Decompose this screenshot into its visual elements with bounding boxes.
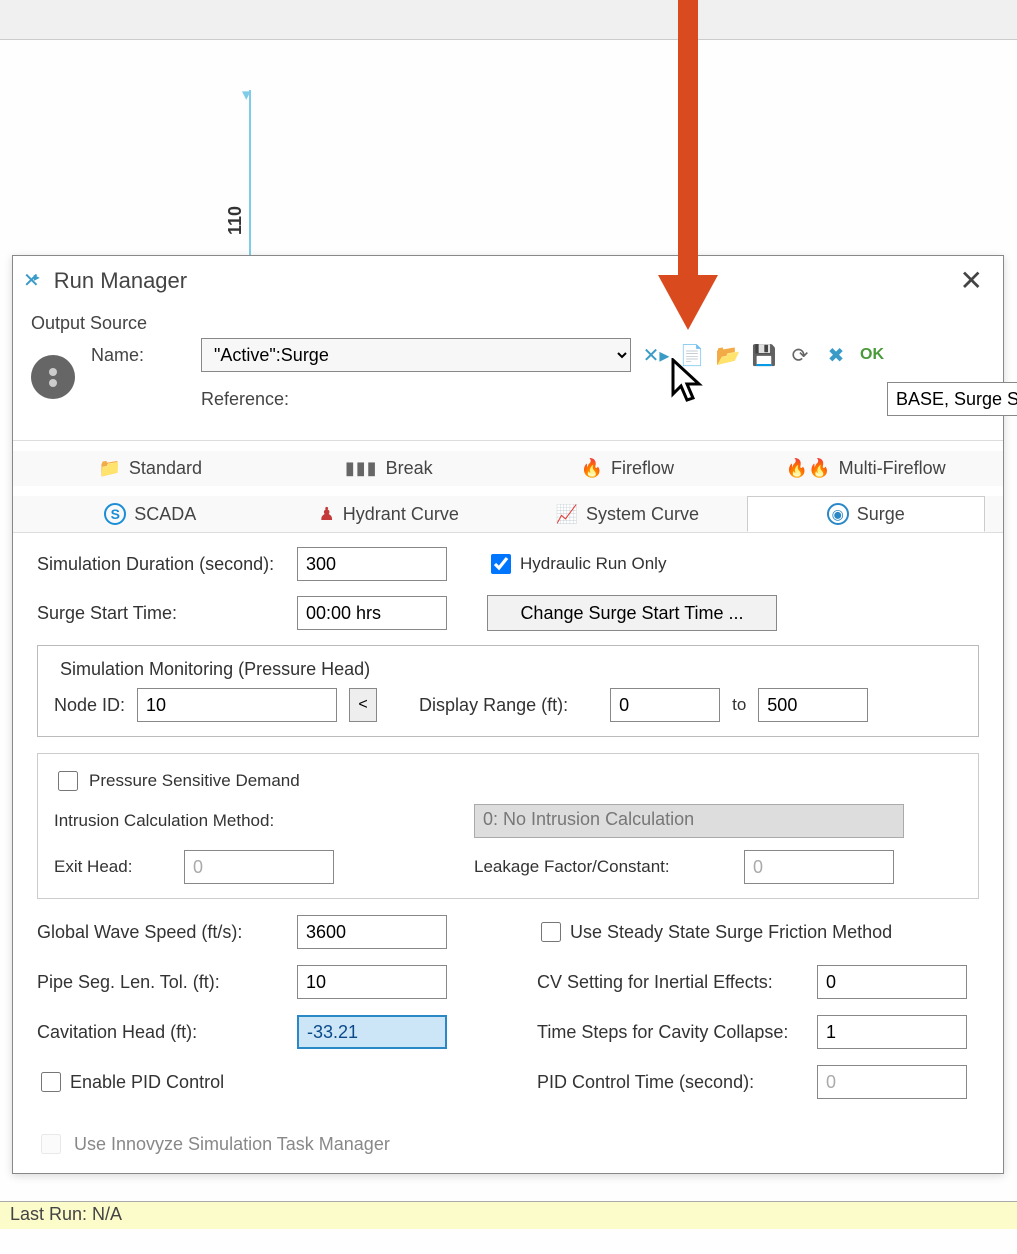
cv-setting-input[interactable] (817, 965, 967, 999)
footer-row: Use Innovyze Simulation Task Manager (13, 1117, 1003, 1173)
tab-multi-fireflow-label: Multi-Fireflow (839, 458, 946, 479)
cv-setting-label: CV Setting for Inertial Effects: (537, 972, 817, 993)
tab-system-curve-label: System Curve (586, 504, 699, 525)
reference-label: Reference: (201, 389, 887, 410)
name-label: Name: (91, 345, 201, 366)
hydraulic-run-only-label: Hydraulic Run Only (520, 554, 666, 574)
dialog-title: Run Manager (54, 268, 187, 294)
pid-control-time-label: PID Control Time (second): (537, 1072, 817, 1093)
multi-flame-icon: 🔥🔥 (786, 458, 831, 479)
tab-scada-label: SCADA (134, 504, 196, 525)
pid-control-time-input (817, 1065, 967, 1099)
global-wave-speed-input[interactable] (297, 915, 447, 949)
surge-panel: Simulation Duration (second): Hydraulic … (13, 532, 1003, 1117)
pipe-seg-input[interactable] (297, 965, 447, 999)
tab-fireflow[interactable]: 🔥 Fireflow (508, 451, 747, 486)
report-icon[interactable]: 📄 (677, 340, 707, 370)
tab-surge[interactable]: ◉ Surge (747, 496, 986, 532)
curve-icon: 📈 (556, 504, 578, 525)
dialog-titlebar: ✕▸ Run Manager ✕ (13, 256, 1003, 305)
node-id-prev-button[interactable]: < (349, 688, 377, 722)
exit-head-input (184, 850, 334, 884)
monitoring-legend: Simulation Monitoring (Pressure Head) (54, 659, 376, 680)
time-steps-input[interactable] (817, 1015, 967, 1049)
surge-start-time-input[interactable] (297, 596, 447, 630)
open-folder-icon[interactable]: 📂 (713, 340, 743, 370)
tab-break[interactable]: ▮▮▮ Break (270, 451, 509, 486)
pressure-sensitive-demand-checkbox[interactable] (58, 771, 78, 791)
options-tool-icon[interactable]: ✖ (821, 340, 851, 370)
enable-pid-label: Enable PID Control (70, 1072, 224, 1093)
refresh-icon[interactable]: ⟳ (785, 340, 815, 370)
cavitation-head-input[interactable] (297, 1015, 447, 1049)
node-id-input[interactable] (137, 688, 337, 722)
pressure-sensitive-demand-label: Pressure Sensitive Demand (89, 771, 300, 791)
tab-standard[interactable]: 📁 Standard (31, 451, 270, 486)
last-run-label: Last Run: N/A (10, 1204, 122, 1224)
reference-input[interactable] (887, 382, 1017, 416)
use-steady-state-checkbox[interactable] (541, 922, 561, 942)
canvas-pipe-label: 110 (225, 206, 246, 235)
tab-hydrant-curve-label: Hydrant Curve (343, 504, 459, 525)
psd-fieldset: Pressure Sensitive Demand Intrusion Calc… (37, 753, 979, 899)
folder-icon: 📁 (99, 458, 121, 479)
range-max-input[interactable] (758, 688, 868, 722)
run-manager-dialog: ✕▸ Run Manager ✕ Output Source Name: "Ac… (12, 255, 1004, 1174)
enable-pid-checkbox[interactable] (41, 1072, 61, 1092)
output-source-section: Output Source Name: "Active":Surge ✕▸ 📄 … (13, 305, 1003, 441)
tab-scada[interactable]: S SCADA (31, 496, 270, 532)
tab-system-curve[interactable]: 📈 System Curve (508, 496, 747, 532)
task-manager-label: Use Innovyze Simulation Task Manager (74, 1134, 390, 1155)
tab-row-1: 📁 Standard ▮▮▮ Break 🔥 Fireflow 🔥🔥 Multi-Fir… (13, 451, 1003, 486)
run-manager-icon: ✕▸ (23, 268, 46, 293)
global-wave-speed-label: Global Wave Speed (ft/s): (37, 922, 297, 943)
tab-break-label: Break (386, 458, 433, 479)
canvas-pipe-line (249, 90, 251, 260)
status-bar: Last Run: N/A (0, 1201, 1017, 1229)
task-manager-checkbox (41, 1134, 61, 1154)
name-select[interactable]: "Active":Surge (201, 338, 631, 372)
sim-duration-input[interactable] (297, 547, 447, 581)
leakage-factor-label: Leakage Factor/Constant: (474, 857, 744, 877)
flame-icon: 🔥 (581, 458, 603, 479)
hydraulic-run-only-checkbox[interactable] (491, 554, 511, 574)
change-surge-start-button[interactable]: Change Surge Start Time ... (487, 595, 777, 631)
tab-surge-label: Surge (857, 504, 905, 525)
range-min-input[interactable] (610, 688, 720, 722)
time-steps-label: Time Steps for Cavity Collapse: (537, 1022, 817, 1043)
sim-duration-label: Simulation Duration (second): (37, 554, 297, 575)
cavitation-head-label: Cavitation Head (ft): (37, 1022, 297, 1043)
intrusion-method-select: 0: No Intrusion Calculation (474, 804, 904, 838)
ok-button[interactable]: OK (857, 340, 887, 370)
name-toolbar: ✕▸ 📄 📂 💾 ⟳ ✖ OK (641, 340, 887, 370)
range-to-label: to (732, 695, 746, 715)
run-tool-icon[interactable]: ✕▸ (641, 340, 671, 370)
traffic-light-icon (31, 355, 75, 399)
save-icon[interactable]: 💾 (749, 340, 779, 370)
hydrant-icon: ♟ (319, 504, 335, 525)
tab-standard-label: Standard (129, 458, 202, 479)
scada-icon: S (104, 503, 126, 525)
display-range-label: Display Range (ft): (419, 695, 568, 716)
surge-icon: ◉ (827, 503, 849, 525)
exit-head-label: Exit Head: (54, 857, 184, 877)
tab-multi-fireflow[interactable]: 🔥🔥 Multi-Fireflow (747, 451, 986, 486)
top-ribbon-stub (0, 0, 1017, 40)
surge-start-time-label: Surge Start Time: (37, 603, 297, 624)
tab-hydrant-curve[interactable]: ♟ Hydrant Curve (270, 496, 509, 532)
tab-fireflow-label: Fireflow (611, 458, 674, 479)
monitoring-fieldset: Simulation Monitoring (Pressure Head) No… (37, 645, 979, 737)
leakage-factor-input (744, 850, 894, 884)
break-icon: ▮▮▮ (345, 458, 378, 479)
use-steady-state-label: Use Steady State Surge Friction Method (570, 922, 892, 943)
node-id-label: Node ID: (54, 695, 125, 716)
output-source-label: Output Source (31, 313, 985, 334)
intrusion-method-label: Intrusion Calculation Method: (54, 811, 474, 831)
pipe-seg-label: Pipe Seg. Len. Tol. (ft): (37, 972, 297, 993)
close-button[interactable]: ✕ (950, 262, 993, 299)
tab-row-2: S SCADA ♟ Hydrant Curve 📈 System Curve ◉ Sur… (13, 496, 1003, 532)
